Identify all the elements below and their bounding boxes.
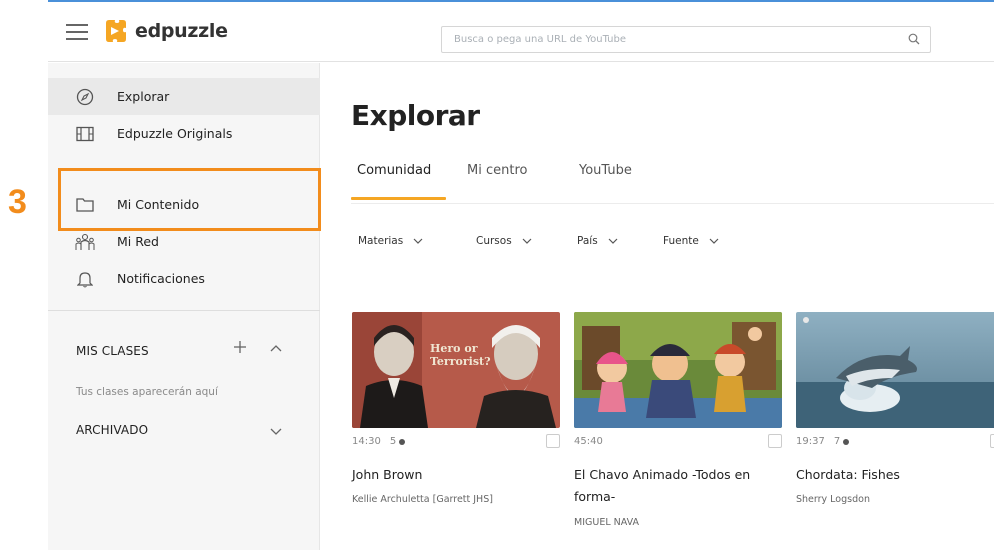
video-duration: 14:30 — [352, 436, 381, 447]
annotation-step-number: 3 — [8, 183, 27, 221]
question-icon — [399, 438, 406, 445]
video-author[interactable]: Kellie Archuletta [Garrett JHS] — [352, 494, 493, 505]
sidebar-divider — [48, 310, 320, 311]
search-input[interactable] — [442, 27, 892, 52]
video-title[interactable]: John Brown — [352, 464, 558, 486]
video-meta: 19:37 7 — [796, 436, 850, 447]
video-thumbnail[interactable]: Hero or Terrorist? — [352, 312, 560, 428]
sidebar-item-label: Mi Red — [117, 234, 159, 249]
video-thumbnail[interactable] — [796, 312, 994, 428]
video-author[interactable]: MIGUEL NAVA — [574, 517, 639, 528]
question-count: 5 — [389, 436, 397, 447]
hamburger-menu-icon[interactable] — [66, 24, 88, 40]
filter-label: País — [577, 235, 598, 247]
select-checkbox[interactable] — [768, 434, 782, 448]
chevron-down-icon — [608, 238, 618, 244]
filter-label: Materias — [358, 235, 404, 247]
brand-name: edpuzzle — [135, 20, 228, 42]
classes-empty-hint: Tus clases aparecerán aquí — [76, 386, 218, 398]
question-icon — [843, 438, 850, 445]
video-title[interactable]: El Chavo Animado -Todos en forma- — [574, 464, 780, 508]
chordata-fishes-thumbnail-image — [796, 312, 994, 428]
search-box[interactable] — [441, 26, 931, 53]
video-title[interactable]: Chordata: Fishes — [796, 464, 994, 486]
filter-fuente[interactable]: Fuente — [663, 235, 719, 247]
network-icon — [75, 232, 95, 252]
video-card[interactable]: 45:40 El Chavo Animado -Todos en forma- … — [574, 312, 782, 528]
sidebar-item-explorar[interactable]: Explorar — [48, 78, 320, 115]
classes-section-title: MIS CLASES — [76, 344, 149, 358]
tab-mi-centro[interactable]: Mi centro — [467, 163, 527, 178]
bell-icon — [75, 269, 95, 289]
app-window: edpuzzle Explorar Edpuzzle Originals — [48, 0, 994, 550]
el-chavo-thumbnail-image — [574, 312, 782, 428]
chevron-down-icon — [522, 238, 532, 244]
edpuzzle-logo[interactable]: edpuzzle — [102, 17, 228, 45]
filter-label: Fuente — [663, 235, 699, 247]
puzzle-logo-icon — [106, 20, 126, 42]
filter-cursos[interactable]: Cursos — [476, 235, 532, 247]
question-count: 7 — [833, 436, 841, 447]
sidebar-item-notificaciones[interactable]: Notificaciones — [48, 260, 320, 297]
video-meta: 45:40 — [574, 436, 603, 447]
chevron-down-icon[interactable] — [270, 428, 282, 436]
video-thumbnail[interactable] — [574, 312, 782, 428]
john-brown-thumbnail-image: Hero or Terrorist? — [352, 312, 560, 428]
select-checkbox[interactable] — [546, 434, 560, 448]
video-duration: 45:40 — [574, 436, 603, 447]
active-tab-indicator — [351, 197, 446, 200]
sidebar: Explorar Edpuzzle Originals Mi Contenido… — [48, 63, 320, 550]
video-card[interactable]: Hero or Terrorist? 14:30 5 John Brown Ke… — [352, 312, 560, 505]
chevron-up-icon[interactable] — [270, 344, 282, 352]
top-bar: edpuzzle — [48, 0, 994, 62]
page-title: Explorar — [351, 99, 480, 132]
annotation-highlight-box — [58, 168, 321, 231]
video-meta: 14:30 5 — [352, 436, 406, 447]
tab-comunidad[interactable]: Comunidad — [357, 163, 431, 178]
select-checkbox[interactable] — [990, 434, 994, 448]
chevron-down-icon — [709, 238, 719, 244]
tab-youtube[interactable]: YouTube — [579, 163, 632, 178]
sidebar-item-label: Explorar — [117, 89, 170, 104]
tabs-divider — [351, 203, 994, 204]
search-icon[interactable] — [908, 33, 920, 45]
chevron-down-icon — [413, 238, 423, 244]
film-icon — [75, 124, 95, 144]
filter-label: Cursos — [476, 235, 512, 247]
video-card[interactable]: 19:37 7 Chordata: Fishes Sherry Logsdon — [796, 312, 994, 505]
add-class-icon[interactable] — [233, 340, 247, 354]
main-content: Explorar Comunidad Mi centro YouTube Mat… — [321, 63, 994, 550]
filter-pais[interactable]: País — [577, 235, 618, 247]
compass-icon — [75, 87, 95, 107]
sidebar-item-label: Edpuzzle Originals — [117, 126, 233, 141]
video-duration: 19:37 — [796, 436, 825, 447]
sidebar-item-label: Notificaciones — [117, 271, 205, 286]
sidebar-item-edpuzzle-originals[interactable]: Edpuzzle Originals — [48, 115, 320, 152]
archived-section-title[interactable]: ARCHIVADO — [76, 423, 148, 437]
video-author[interactable]: Sherry Logsdon — [796, 494, 870, 505]
filter-materias[interactable]: Materias — [358, 235, 423, 247]
